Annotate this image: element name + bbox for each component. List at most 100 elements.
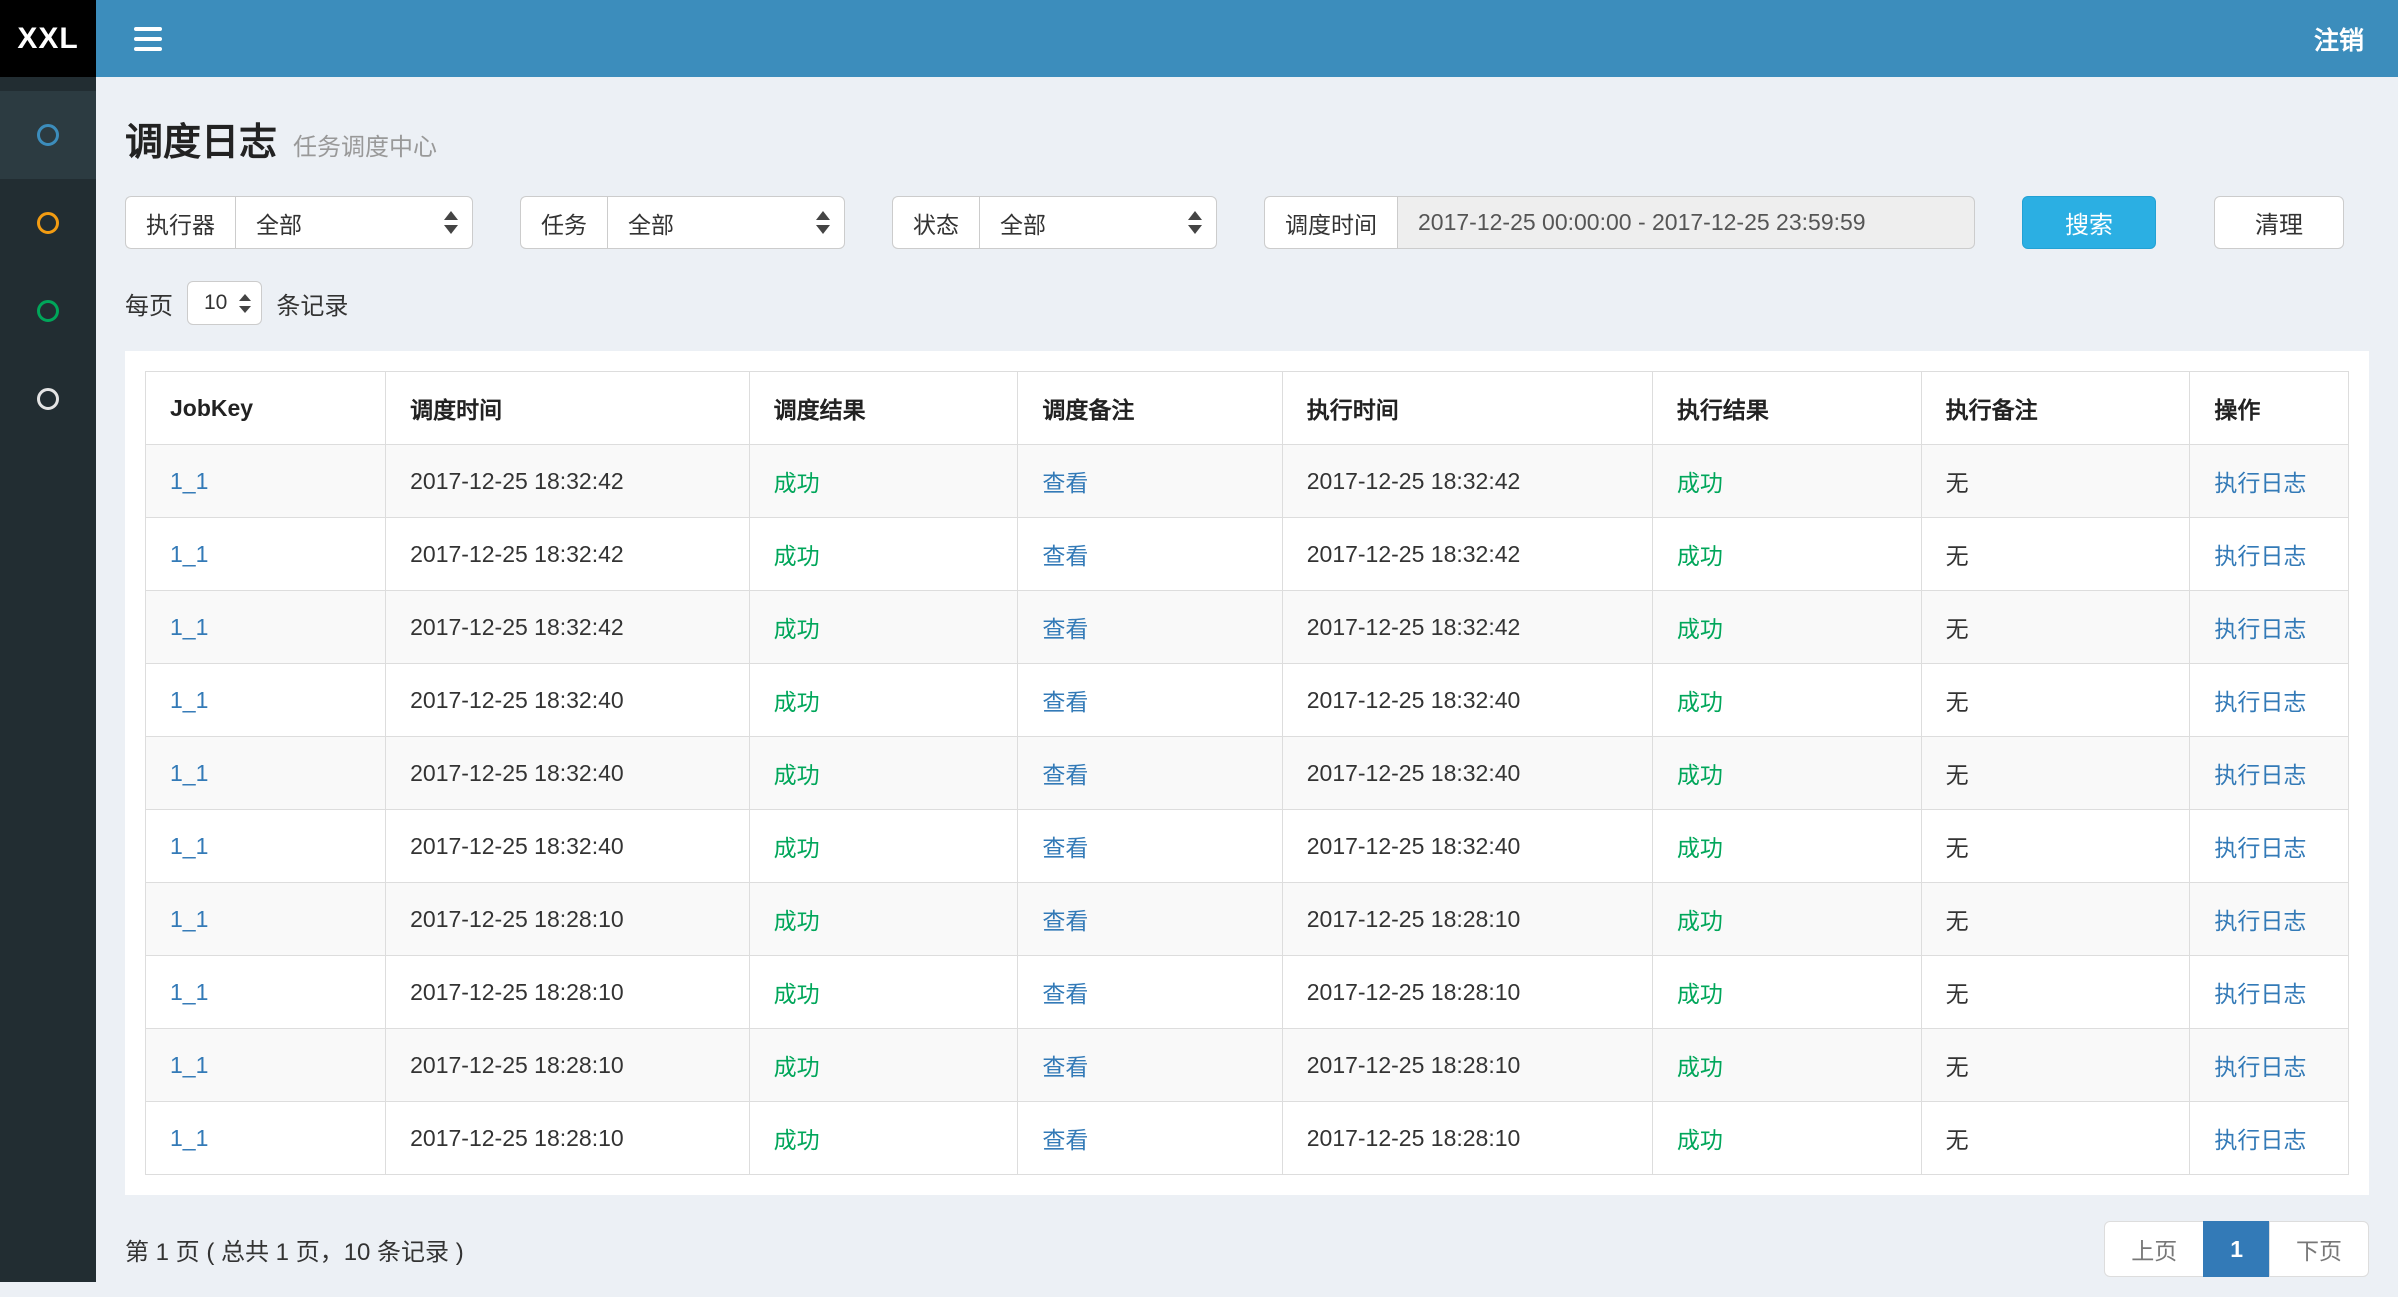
sidebar-item-job-manage[interactable] <box>0 179 96 267</box>
pagination-summary: 第 1 页 ( 总共 1 页，10 条记录 ) <box>125 1232 464 1267</box>
handle-result-cell: 成功 <box>1652 810 1921 883</box>
job-filter-group: 任务 全部 <box>520 196 845 249</box>
table-row: 1_1 2017-12-25 18:28:10 成功 查看 2017-12-25… <box>146 883 2349 956</box>
sidebar <box>0 77 96 1282</box>
execute-log-link[interactable]: 执行日志 <box>2214 1054 2306 1080</box>
jobkey-link[interactable]: 1_1 <box>170 760 208 786</box>
trigger-result-cell: 成功 <box>749 591 1018 664</box>
job-filter-select[interactable]: 全部 <box>607 196 845 249</box>
jobkey-link[interactable]: 1_1 <box>170 979 208 1005</box>
execute-log-link[interactable]: 执行日志 <box>2214 835 2306 861</box>
page-header: 调度日志 任务调度中心 <box>125 111 2369 166</box>
jobkey-link[interactable]: 1_1 <box>170 468 208 494</box>
executor-filter-label: 执行器 <box>125 196 235 249</box>
trigger-msg-link[interactable]: 查看 <box>1042 762 1088 788</box>
handle-result-cell: 成功 <box>1652 1102 1921 1175</box>
col-header-trigger-msg[interactable]: 调度备注 <box>1018 372 1282 445</box>
jobkey-link[interactable]: 1_1 <box>170 614 208 640</box>
table-footer: 第 1 页 ( 总共 1 页，10 条记录 ) 上页 1 下页 <box>125 1221 2369 1297</box>
handle-time-cell: 2017-12-25 18:32:40 <box>1282 810 1652 883</box>
search-button[interactable]: 搜索 <box>2022 196 2156 249</box>
trigger-msg-link[interactable]: 查看 <box>1042 543 1088 569</box>
trigger-time-range-input[interactable] <box>1397 196 1975 249</box>
handle-time-cell: 2017-12-25 18:32:40 <box>1282 664 1652 737</box>
select-stepper-icon <box>444 211 458 234</box>
execute-log-link[interactable]: 执行日志 <box>2214 1127 2306 1153</box>
jobkey-link[interactable]: 1_1 <box>170 541 208 567</box>
handle-time-cell: 2017-12-25 18:32:42 <box>1282 518 1652 591</box>
col-header-handle-time[interactable]: 执行时间 <box>1282 372 1652 445</box>
sidebar-item-job-log[interactable] <box>0 267 96 355</box>
trigger-msg-link[interactable]: 查看 <box>1042 835 1088 861</box>
trigger-result-cell: 成功 <box>749 518 1018 591</box>
trigger-msg-link[interactable]: 查看 <box>1042 1127 1088 1153</box>
execute-log-link[interactable]: 执行日志 <box>2214 689 2306 715</box>
trigger-result-cell: 成功 <box>749 956 1018 1029</box>
table-row: 1_1 2017-12-25 18:28:10 成功 查看 2017-12-25… <box>146 956 2349 1029</box>
log-table: JobKey 调度时间 调度结果 调度备注 执行时间 执行结果 执行备注 操作 … <box>145 371 2349 1175</box>
trigger-result-cell: 成功 <box>749 664 1018 737</box>
jobkey-link[interactable]: 1_1 <box>170 1125 208 1151</box>
job-filter-value: 全部 <box>628 206 674 240</box>
trigger-msg-link[interactable]: 查看 <box>1042 981 1088 1007</box>
trigger-msg-link[interactable]: 查看 <box>1042 616 1088 642</box>
jobkey-link[interactable]: 1_1 <box>170 687 208 713</box>
trigger-time-filter-label: 调度时间 <box>1264 196 1397 249</box>
handle-result-cell: 成功 <box>1652 518 1921 591</box>
app-logo[interactable]: XXL <box>0 0 96 77</box>
col-header-jobkey[interactable]: JobKey <box>146 372 386 445</box>
execute-log-link[interactable]: 执行日志 <box>2214 762 2306 788</box>
jobkey-link[interactable]: 1_1 <box>170 833 208 859</box>
col-header-handle-msg[interactable]: 执行备注 <box>1921 372 2190 445</box>
job-filter-label: 任务 <box>520 196 607 249</box>
trigger-msg-link[interactable]: 查看 <box>1042 689 1088 715</box>
handle-msg-cell: 无 <box>1921 1102 2190 1175</box>
status-filter-select[interactable]: 全部 <box>979 196 1217 249</box>
trigger-msg-link[interactable]: 查看 <box>1042 1054 1088 1080</box>
handle-msg-cell: 无 <box>1921 664 2190 737</box>
trigger-time-cell: 2017-12-25 18:32:42 <box>386 445 749 518</box>
trigger-result-cell: 成功 <box>749 445 1018 518</box>
trigger-msg-link[interactable]: 查看 <box>1042 470 1088 496</box>
handle-msg-cell: 无 <box>1921 591 2190 664</box>
trigger-time-cell: 2017-12-25 18:32:40 <box>386 737 749 810</box>
col-header-action[interactable]: 操作 <box>2190 372 2349 445</box>
executor-filter-select[interactable]: 全部 <box>235 196 473 249</box>
pagesize-select[interactable]: 10 <box>187 281 262 325</box>
handle-msg-cell: 无 <box>1921 956 2190 1029</box>
logout-link[interactable]: 注销 <box>2314 21 2364 57</box>
jobkey-link[interactable]: 1_1 <box>170 906 208 932</box>
execute-log-link[interactable]: 执行日志 <box>2214 543 2306 569</box>
executor-filter-value: 全部 <box>256 206 302 240</box>
table-row: 1_1 2017-12-25 18:32:42 成功 查看 2017-12-25… <box>146 591 2349 664</box>
sidebar-item-help[interactable] <box>0 355 96 443</box>
circle-blue-icon <box>37 124 59 146</box>
handle-time-cell: 2017-12-25 18:28:10 <box>1282 1029 1652 1102</box>
sidebar-toggle-icon[interactable] <box>130 19 166 59</box>
page-subtitle: 任务调度中心 <box>293 127 437 162</box>
table-row: 1_1 2017-12-25 18:32:40 成功 查看 2017-12-25… <box>146 664 2349 737</box>
trigger-time-cell: 2017-12-25 18:28:10 <box>386 883 749 956</box>
execute-log-link[interactable]: 执行日志 <box>2214 908 2306 934</box>
execute-log-link[interactable]: 执行日志 <box>2214 981 2306 1007</box>
col-header-handle-result[interactable]: 执行结果 <box>1652 372 1921 445</box>
log-table-body: 1_1 2017-12-25 18:32:42 成功 查看 2017-12-25… <box>146 445 2349 1175</box>
col-header-trigger-time[interactable]: 调度时间 <box>386 372 749 445</box>
handle-time-cell: 2017-12-25 18:28:10 <box>1282 883 1652 956</box>
next-page-button[interactable]: 下页 <box>2269 1221 2369 1277</box>
sidebar-item-dashboard[interactable] <box>0 91 96 179</box>
page-title: 调度日志 <box>125 111 277 166</box>
trigger-result-cell: 成功 <box>749 737 1018 810</box>
col-header-trigger-result[interactable]: 调度结果 <box>749 372 1018 445</box>
table-header-row: JobKey 调度时间 调度结果 调度备注 执行时间 执行结果 执行备注 操作 <box>146 372 2349 445</box>
log-table-box: JobKey 调度时间 调度结果 调度备注 执行时间 执行结果 执行备注 操作 … <box>125 351 2369 1195</box>
clear-button[interactable]: 清理 <box>2214 196 2344 249</box>
execute-log-link[interactable]: 执行日志 <box>2214 616 2306 642</box>
table-row: 1_1 2017-12-25 18:28:10 成功 查看 2017-12-25… <box>146 1102 2349 1175</box>
trigger-time-cell: 2017-12-25 18:28:10 <box>386 1102 749 1175</box>
current-page-button[interactable]: 1 <box>2203 1221 2270 1277</box>
execute-log-link[interactable]: 执行日志 <box>2214 470 2306 496</box>
jobkey-link[interactable]: 1_1 <box>170 1052 208 1078</box>
trigger-msg-link[interactable]: 查看 <box>1042 908 1088 934</box>
prev-page-button[interactable]: 上页 <box>2104 1221 2204 1277</box>
